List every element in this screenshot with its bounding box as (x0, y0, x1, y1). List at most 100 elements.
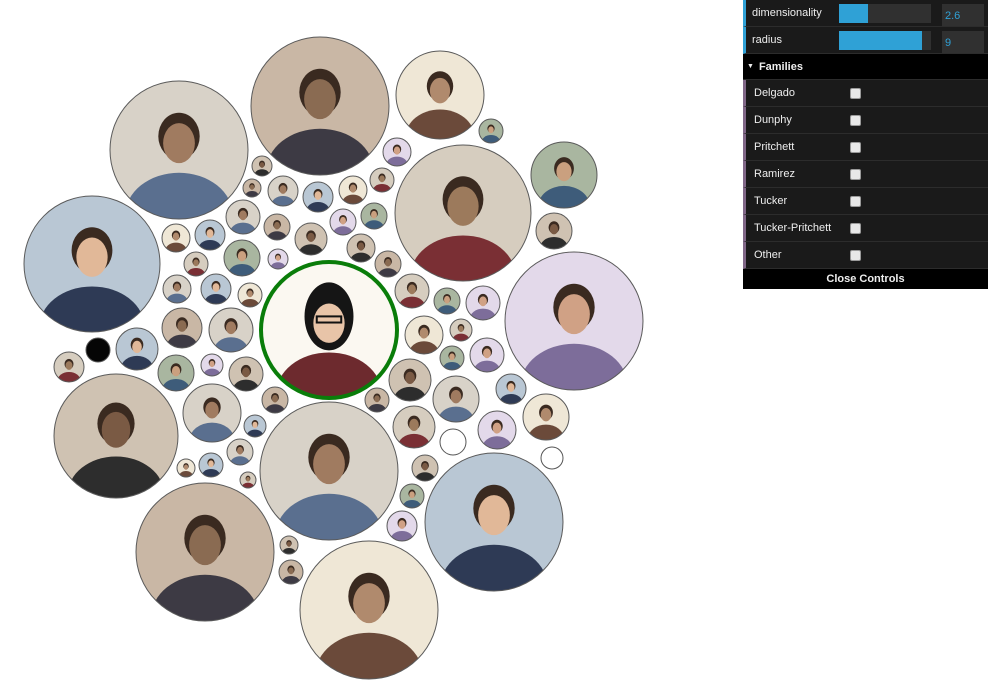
empty-character-bubble[interactable] (439, 428, 467, 456)
family-toggle-tucker-pritchett[interactable]: Tucker-Pritchett (743, 215, 988, 242)
families-folder-toggle[interactable]: ▼ Families (743, 54, 988, 80)
family-toggle-pritchett[interactable]: Pritchett (743, 134, 988, 161)
family-toggle-other[interactable]: Other (743, 242, 988, 269)
families-folder-label: Families (758, 60, 803, 73)
character-bubble[interactable] (161, 223, 191, 260)
character-bubble[interactable] (200, 273, 232, 313)
character-bubble[interactable] (338, 175, 368, 212)
character-bubble[interactable] (263, 213, 291, 247)
character-bubble[interactable] (294, 222, 328, 264)
character-bubble[interactable] (439, 345, 465, 377)
character-bubble[interactable] (504, 251, 644, 429)
character-bubble[interactable] (223, 239, 261, 286)
character-bubble[interactable] (449, 318, 473, 347)
character-bubble[interactable] (200, 353, 224, 382)
radius-input[interactable]: 9 (942, 31, 984, 53)
character-bubble[interactable] (495, 373, 527, 413)
character-bubble[interactable] (278, 559, 304, 591)
character-photo (505, 252, 643, 390)
character-bubble[interactable] (198, 452, 224, 484)
character-photo (177, 459, 195, 477)
family-toggle-tucker[interactable]: Tucker (743, 188, 988, 215)
character-bubble[interactable] (242, 178, 262, 202)
ramirez-checkbox[interactable] (850, 169, 861, 180)
character-bubble[interactable] (176, 458, 196, 482)
character-bubble[interactable] (360, 202, 388, 236)
pritchett-checkbox[interactable] (850, 142, 861, 153)
character-bubble[interactable] (251, 155, 273, 182)
character-bubble[interactable] (299, 540, 439, 695)
character-photo (395, 274, 429, 308)
character-bubble[interactable] (404, 315, 444, 365)
character-bubble[interactable] (239, 471, 257, 493)
character-photo (425, 453, 563, 591)
empty-character-bubble[interactable] (540, 446, 564, 470)
character-bubble[interactable] (162, 274, 192, 311)
character-photo (303, 182, 333, 212)
close-controls-button[interactable]: Close Controls (743, 269, 988, 289)
character-photo (496, 374, 526, 404)
blank-character-bubble[interactable] (85, 337, 111, 363)
character-bubble[interactable] (394, 273, 430, 318)
character-bubble[interactable] (392, 405, 436, 460)
character-bubble[interactable] (369, 167, 395, 199)
dimensionality-input[interactable]: 2.6 (942, 4, 984, 26)
character-photo (466, 286, 500, 320)
radius-slider[interactable] (839, 31, 931, 50)
character-bubble[interactable] (432, 375, 480, 435)
character-photo (383, 138, 411, 166)
character-bubble[interactable] (386, 510, 418, 550)
character-bubble[interactable] (530, 141, 598, 227)
character-bubble[interactable] (226, 438, 254, 472)
character-photo (523, 394, 569, 440)
character-bubble[interactable] (243, 414, 267, 443)
character-photo (440, 346, 464, 370)
character-bubble[interactable] (424, 452, 564, 630)
character-bubble[interactable] (388, 358, 432, 413)
delgado-checkbox[interactable] (850, 88, 861, 99)
character-bubble[interactable] (382, 137, 412, 174)
family-label: Dunphy (754, 114, 792, 126)
character-bubble[interactable] (478, 118, 504, 150)
family-label: Ramirez (754, 168, 795, 180)
character-bubble[interactable] (53, 351, 85, 391)
family-toggle-dunphy[interactable]: Dunphy (743, 107, 988, 134)
character-bubble[interactable] (267, 248, 289, 275)
character-bubble[interactable] (279, 535, 299, 559)
character-bubble[interactable] (261, 386, 289, 420)
character-bubble[interactable] (161, 307, 203, 359)
character-photo (279, 560, 303, 584)
character-bubble[interactable] (469, 337, 505, 382)
character-photo (405, 316, 443, 354)
tucker-checkbox[interactable] (850, 196, 861, 207)
character-bubble[interactable] (237, 282, 263, 314)
character-photo (54, 352, 84, 382)
radius-label: radius (752, 34, 782, 46)
character-bubble[interactable] (374, 250, 402, 284)
character-bubble[interactable] (225, 199, 261, 244)
character-bubble[interactable] (135, 482, 275, 660)
radius-slider-fill (839, 31, 922, 50)
character-photo (400, 484, 424, 508)
character-bubble[interactable] (183, 251, 209, 283)
character-bubble[interactable] (157, 354, 195, 401)
dimensionality-slider[interactable] (839, 4, 931, 23)
family-toggle-delgado[interactable]: Delgado (743, 80, 988, 107)
character-bubble[interactable] (433, 287, 461, 321)
dimensionality-label: dimensionality (752, 7, 822, 19)
character-bubble[interactable] (522, 393, 570, 453)
character-bubble[interactable] (399, 483, 425, 515)
family-toggle-ramirez[interactable]: Ramirez (743, 161, 988, 188)
character-bubble[interactable] (267, 175, 299, 215)
character-photo (252, 156, 272, 176)
family-label: Pritchett (754, 141, 795, 153)
character-bubble[interactable] (465, 285, 501, 330)
character-bubble[interactable] (302, 181, 334, 221)
dunphy-checkbox[interactable] (850, 115, 861, 126)
other-checkbox[interactable] (850, 250, 861, 261)
tucker-pritchett-checkbox[interactable] (850, 223, 861, 234)
character-bubble[interactable] (411, 454, 439, 488)
character-bubble[interactable] (477, 410, 517, 460)
character-photo (300, 541, 438, 679)
character-photo (162, 308, 202, 348)
